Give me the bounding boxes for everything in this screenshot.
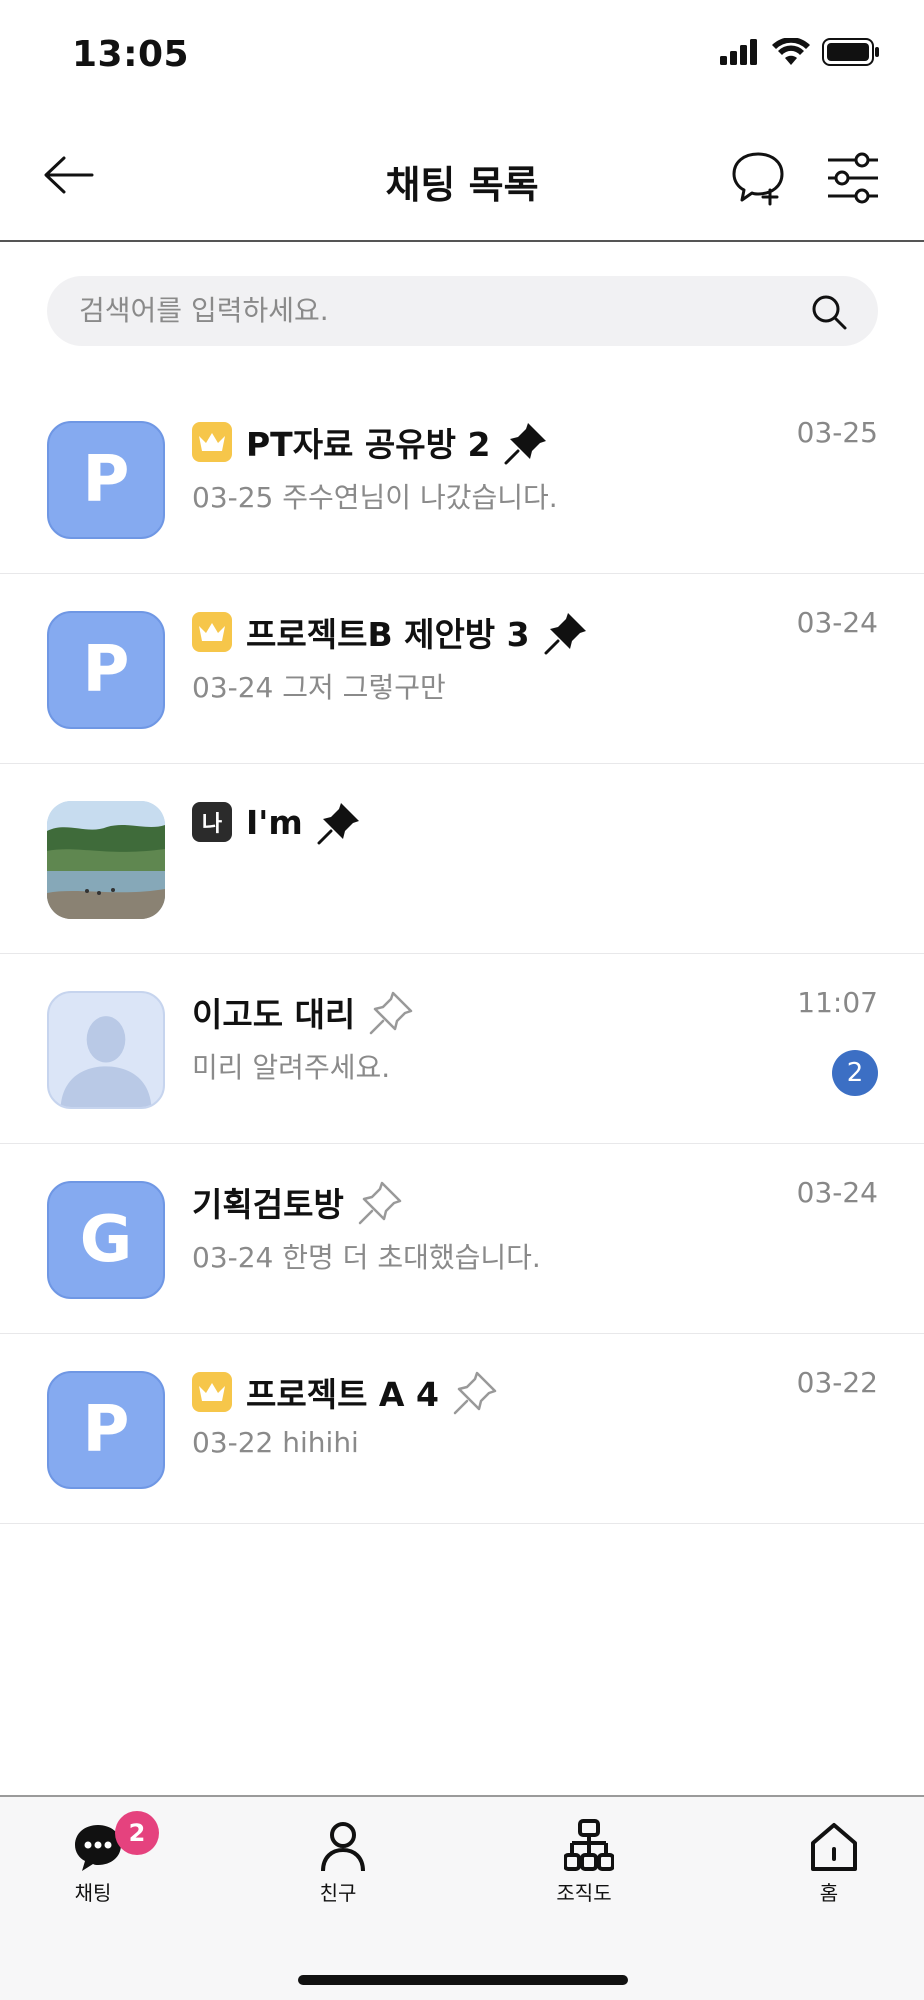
pin-outline-icon[interactable]	[358, 1179, 404, 1225]
chat-avatar-default-profile	[47, 991, 165, 1109]
chat-list-item[interactable]: P 프로젝트 A 4 03-22 03-22 hihihi	[0, 1334, 924, 1524]
chat-name: 이고도 대리	[192, 995, 356, 1034]
chat-preview: 03-25 주수연님이 나갔습니다.	[192, 481, 558, 514]
crown-icon	[199, 623, 225, 641]
header: 채팅 목록	[0, 110, 924, 242]
search-input[interactable]	[79, 276, 779, 346]
crown-icon	[199, 433, 225, 451]
new-chat-icon	[732, 152, 784, 206]
filter-button[interactable]	[826, 152, 880, 204]
chat-name: 프로젝트 A 4	[246, 1375, 439, 1414]
tab-chat-badge: 2	[115, 1811, 159, 1855]
tab-friends-label: 친구	[319, 1881, 357, 1905]
chat-preview: 미리 알려주세요.	[192, 1051, 391, 1084]
battery-icon	[822, 38, 879, 66]
pin-filled-icon[interactable]	[544, 609, 590, 655]
chat-list-item[interactable]: G 기획검토방 03-24 03-24 한명 더 초대했습니다.	[0, 1144, 924, 1334]
chat-list-item[interactable]: 나 I'm	[0, 764, 924, 954]
chat-name: I'm	[246, 802, 303, 842]
chat-list: P PT자료 공유방 2 03-25 03-25 주수연님이 나갔습니다. P …	[0, 384, 924, 1524]
chat-time: 03-24	[796, 606, 878, 639]
chat-title-row: PT자료 공유방 2	[192, 418, 550, 466]
landscape-photo	[47, 801, 165, 919]
chat-name: 기획검토방	[192, 1185, 344, 1224]
chat-list-item[interactable]: 이고도 대리 11:07 미리 알려주세요. 2	[0, 954, 924, 1144]
search-icon[interactable]	[810, 293, 848, 331]
pin-outline-icon[interactable]	[453, 1369, 499, 1415]
pin-filled-icon[interactable]	[504, 419, 550, 465]
chat-name: 프로젝트B 제안방 3	[246, 615, 530, 654]
chat-preview: 03-24 그저 그렇구만	[192, 671, 446, 704]
unread-count-badge: 2	[832, 1050, 878, 1096]
bottom-tab-bar: 2 채팅 친구 조직도 홈	[0, 1795, 924, 2000]
org-chart-icon	[564, 1819, 614, 1871]
chat-time: 03-24	[796, 1176, 878, 1209]
tab-org-chart[interactable]: 조직도	[524, 1819, 644, 1919]
chat-title-row: 이고도 대리	[192, 988, 415, 1036]
me-badge: 나	[192, 802, 232, 842]
tab-home-label: 홈	[819, 1881, 839, 1905]
chat-avatar: P	[47, 1371, 165, 1489]
sliders-icon	[828, 152, 878, 204]
signal-icon	[720, 39, 757, 65]
crown-badge	[192, 1372, 232, 1412]
chat-avatar-photo	[47, 801, 165, 919]
chat-avatar: P	[47, 421, 165, 539]
chat-title-row: 프로젝트 A 4	[192, 1368, 499, 1416]
chat-list-item[interactable]: P PT자료 공유방 2 03-25 03-25 주수연님이 나갔습니다.	[0, 384, 924, 574]
chat-preview: 03-24 한명 더 초대했습니다.	[192, 1241, 541, 1274]
chat-avatar: P	[47, 611, 165, 729]
status-bar: 13:05	[0, 0, 924, 110]
crown-badge	[192, 612, 232, 652]
crown-badge	[192, 422, 232, 462]
chat-title-row: 나 I'm	[192, 798, 363, 846]
tab-chat[interactable]: 2 채팅	[33, 1811, 159, 1919]
person-icon	[321, 1822, 365, 1872]
chat-preview: 03-22 hihihi	[192, 1426, 359, 1459]
chat-name: PT자료 공유방 2	[246, 425, 491, 464]
pin-outline-icon[interactable]	[369, 989, 415, 1035]
chat-list-item[interactable]: P 프로젝트B 제안방 3 03-24 03-24 그저 그렇구만	[0, 574, 924, 764]
tab-home[interactable]: 홈	[769, 1819, 889, 1919]
chat-avatar: G	[47, 1181, 165, 1299]
search-bar	[47, 276, 878, 346]
new-chat-button[interactable]	[730, 150, 786, 206]
tab-chat-label: 채팅	[74, 1881, 112, 1905]
person-silhouette-icon	[60, 1016, 152, 1107]
chat-time: 11:07	[797, 986, 878, 1019]
home-icon	[811, 1823, 857, 1871]
chat-time: 03-22	[796, 1366, 878, 1399]
chat-title-row: 프로젝트B 제안방 3	[192, 608, 590, 656]
status-time: 13:05	[72, 34, 190, 75]
chat-title-row: 기획검토방	[192, 1178, 404, 1226]
pin-filled-icon[interactable]	[317, 799, 363, 845]
tab-friends[interactable]: 친구	[278, 1819, 398, 1919]
status-icons	[720, 38, 880, 66]
tab-org-chart-label: 조직도	[556, 1881, 612, 1905]
chat-time: 03-25	[796, 416, 878, 449]
home-indicator	[298, 1975, 628, 1985]
wifi-icon	[772, 38, 810, 65]
crown-icon	[199, 1383, 225, 1401]
